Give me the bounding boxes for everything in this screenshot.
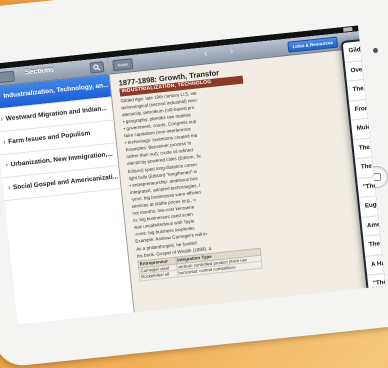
search-icon (93, 64, 101, 71)
back-button[interactable] (0, 70, 15, 84)
front-camera (373, 48, 378, 53)
document-body: Gilded Age: late 19th century U.S. we tec… (120, 85, 260, 259)
notes-button[interactable]: Notes (112, 58, 134, 72)
section-item-label: Farm Issues and Populism (7, 129, 91, 146)
sections-list: ›Industrialization, Technology, an... ›W… (0, 74, 121, 202)
prev-arrow-icon[interactable]: ‹ (204, 48, 208, 59)
search-button[interactable] (89, 61, 105, 74)
ipad-screen: Sections ›Industrialization, Technology,… (0, 25, 386, 325)
section-item-label: Industrialization, Technology, an... (3, 81, 109, 100)
links-resources-button[interactable]: Links & Resources (287, 36, 339, 53)
next-arrow-icon[interactable]: › (229, 46, 233, 57)
section-item-label: Westward Migration and Indian... (5, 105, 108, 123)
notes-document: 1877-1898: Growth, Transfor INDUSTRIALIZ… (118, 66, 266, 310)
detail-panel: Notes ‹ › Links & Resources 1877-1898: G… (107, 28, 386, 313)
section-item-label: Social Gospel and Americanizati... (12, 173, 119, 192)
sections-title: Sections (24, 66, 55, 77)
section-item-label: Urbanization, New Immigration,... (10, 150, 114, 169)
